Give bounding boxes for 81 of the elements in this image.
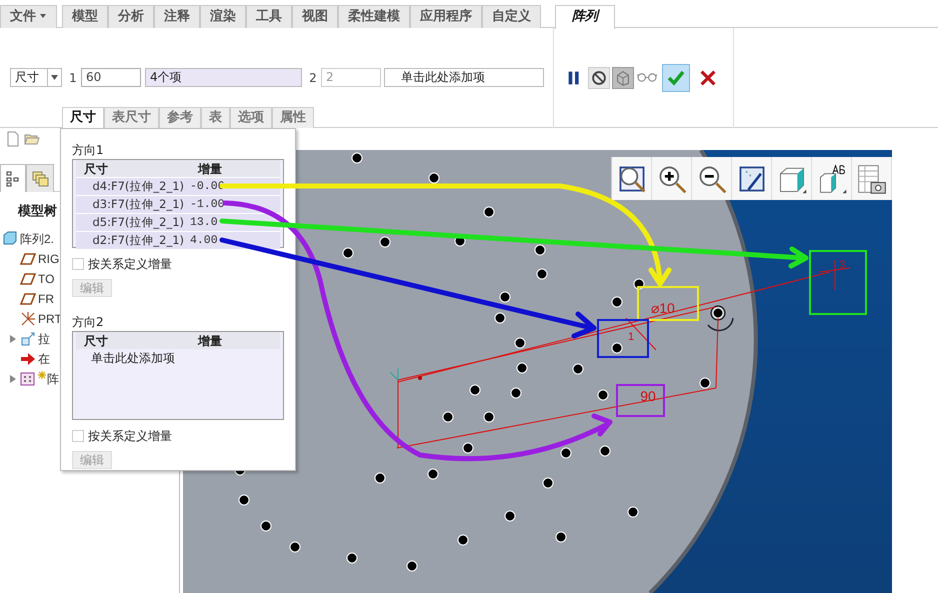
panel-tab[interactable]: 尺寸	[62, 107, 104, 128]
tree-item[interactable]: FR	[38, 290, 54, 308]
part-icon	[2, 230, 18, 246]
ribbon-tab[interactable]: 工具	[246, 5, 292, 28]
table-cell-text: d5:F7(拉伸_2_1)	[91, 214, 185, 231]
tree-item[interactable]: 在	[38, 350, 50, 368]
ribbon-tab[interactable]: 自定义	[482, 5, 541, 28]
tree-item[interactable]: PRT	[38, 310, 62, 328]
point-marker	[418, 376, 422, 380]
stop-button[interactable]	[588, 66, 610, 88]
datum-plane-icon	[20, 270, 36, 286]
table-row[interactable]: d5:F7(拉伸_2_1) 13.0	[76, 213, 280, 231]
direction-items-field[interactable]: 4个项	[145, 68, 302, 87]
tree-icon	[6, 170, 20, 186]
member-count-field[interactable]: 60	[81, 68, 141, 87]
direction-number: 2	[308, 70, 318, 86]
panel-tab[interactable]: 表	[201, 107, 230, 128]
direction-title: 方向1	[72, 142, 104, 159]
table-cell-text: d4:F7(拉伸_2_1)	[91, 178, 185, 195]
table-cell-text: 4.00	[189, 233, 218, 249]
preview-button[interactable]	[612, 66, 634, 88]
tree-item[interactable]: 阵	[47, 370, 59, 388]
direction-items-field[interactable]: 单击此处添加项	[384, 68, 544, 87]
tree-item[interactable]: RIG	[38, 250, 60, 268]
table-cell-text: -1.00	[189, 197, 225, 213]
tree-tab[interactable]	[0, 164, 26, 192]
highlight-frame	[597, 319, 649, 358]
selected-hole-icon[interactable]	[707, 306, 734, 332]
checkbox-label: 按关系定义增量	[88, 256, 172, 273]
ribbon-tab[interactable]: 柔性建模	[338, 5, 410, 28]
column-header: 增量	[196, 161, 222, 177]
coordinate-system-icon	[20, 310, 36, 326]
direction-title: 方向2	[72, 314, 104, 331]
add-item-hint[interactable]: 单击此处添加项	[76, 349, 175, 367]
column-header: 尺寸	[83, 161, 109, 177]
layers-icon	[31, 170, 49, 188]
checkbox[interactable]	[72, 430, 84, 442]
column-header: 增量	[196, 333, 222, 349]
panel-tab[interactable]: 选项	[230, 107, 272, 128]
ribbon-tab[interactable]: 阵列	[555, 5, 615, 29]
highlight-frame	[809, 250, 867, 315]
datum-plane-icon	[20, 290, 36, 306]
new-file-icon	[5, 131, 21, 147]
ribbon-tab[interactable]: 分析	[108, 5, 154, 28]
ribbon-tab[interactable]: 渲染	[200, 5, 246, 28]
table-cell-text: d2:F7(拉伸_2_1)	[91, 232, 185, 249]
asterisk-icon	[38, 370, 46, 378]
datum-plane-icon	[20, 250, 36, 266]
model-tree-title: 模型树	[18, 203, 57, 221]
checkbox-label: 按关系定义增量	[88, 428, 172, 445]
file-menu[interactable]: 文件	[0, 5, 57, 28]
caret-icon	[39, 13, 47, 20]
ribbon-tab[interactable]: 模型	[62, 5, 108, 28]
direction-number: 1	[68, 70, 78, 86]
checkbox[interactable]	[72, 258, 84, 270]
ribbon-tab[interactable]: 视图	[292, 5, 338, 28]
panel-tab[interactable]: 表尺寸	[104, 107, 159, 128]
highlight-frame	[637, 286, 699, 321]
panel-tab[interactable]: 属性	[272, 107, 314, 128]
highlight-frame	[616, 384, 665, 417]
expand-triangle-icon[interactable]	[9, 334, 17, 344]
caret-icon	[51, 75, 58, 80]
glasses-icon	[637, 73, 657, 82]
table-row[interactable]: d2:F7(拉伸_2_1) 4.00	[76, 231, 280, 249]
ribbon-tab[interactable]: 应用程序	[410, 5, 482, 28]
ribbon-tab[interactable]: 注释	[154, 5, 200, 28]
table-cell-text: 13.0	[189, 215, 218, 231]
table-camera-icon	[856, 162, 888, 194]
column-header: 尺寸	[83, 333, 109, 349]
insert-arrow-icon	[20, 350, 36, 366]
pattern-icon	[20, 370, 36, 386]
expand-triangle-icon[interactable]	[9, 374, 17, 384]
table-cell-text: d3:F7(拉伸_2_1)	[91, 196, 185, 213]
pattern-type-dropdown[interactable]: 尺寸	[10, 68, 62, 87]
tree-item[interactable]: 拉	[38, 330, 50, 348]
tree-item[interactable]: 阵列2.	[20, 230, 54, 248]
origin-marker	[390, 368, 398, 380]
panel-tab[interactable]: 参考	[159, 107, 201, 128]
tree-item[interactable]: TO	[38, 270, 54, 288]
extrude-icon	[20, 330, 36, 346]
table-row[interactable]: d3:F7(拉伸_2_1) -1.00	[76, 195, 280, 213]
